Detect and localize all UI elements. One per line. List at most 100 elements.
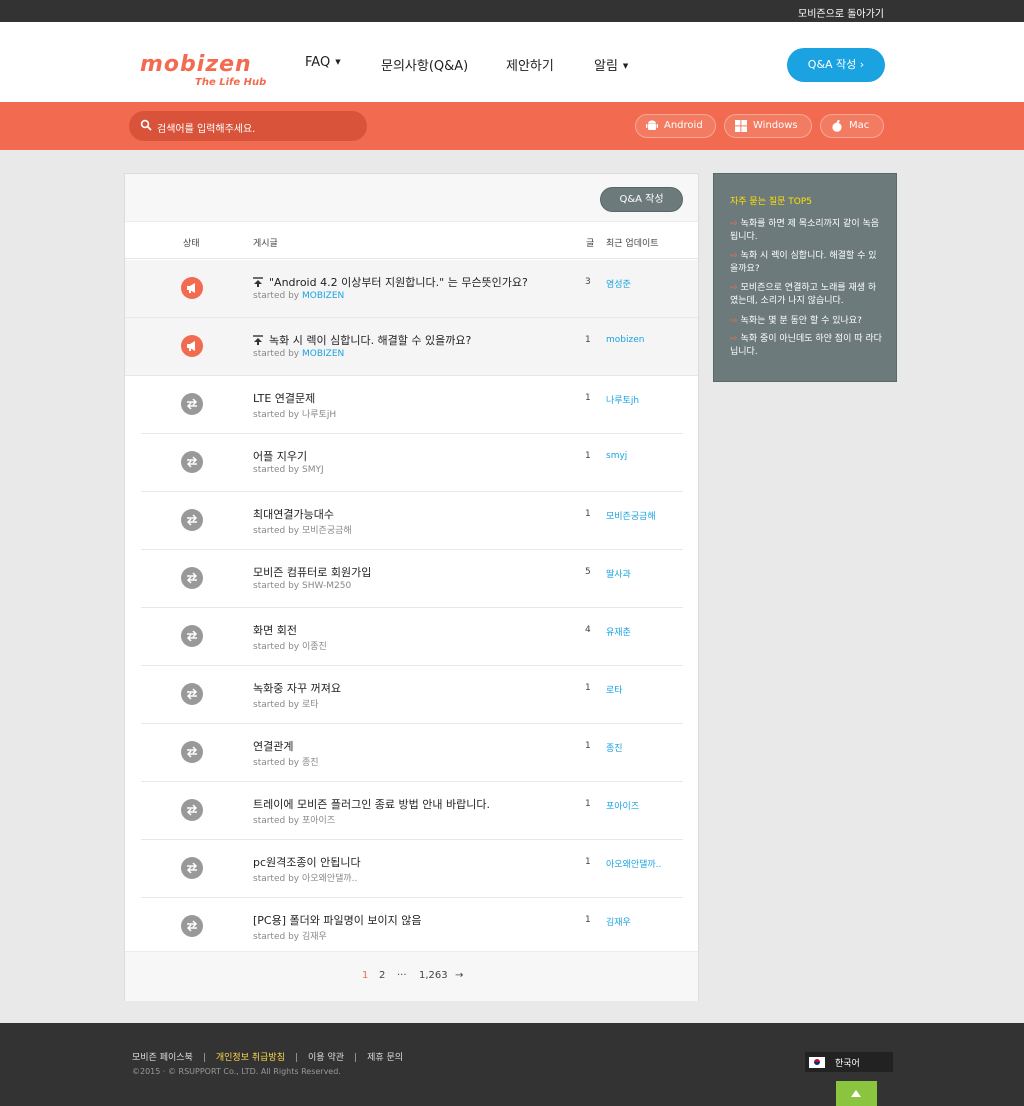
column-post: 게시글	[253, 239, 278, 249]
page-1[interactable]: 1	[362, 970, 368, 981]
swap-arrows-icon	[186, 920, 198, 932]
topic-author[interactable]: 포아이즈	[302, 816, 335, 826]
table-row[interactable]: 화면 회전 started by 이종진 4 유재춘	[141, 608, 683, 666]
board-write-button[interactable]: Q&A 작성	[600, 187, 683, 212]
topic-title[interactable]: 모비즌 컴퓨터로 회원가입	[253, 564, 371, 580]
table-row[interactable]: 녹화중 자꾸 꺼져요 started by 로타 1 로타	[141, 666, 683, 724]
topic-author[interactable]: 나루토jH	[302, 410, 336, 420]
topic-author[interactable]: 로타	[302, 700, 319, 710]
last-updater[interactable]: 포아이즈	[606, 799, 639, 812]
faq-item[interactable]: ⇨ 녹화 시 렉이 심합니다. 해결할 수 있을까요?	[730, 250, 884, 276]
table-row[interactable]: 모비즌 컴퓨터로 회원가입 started by SHW-M250 5 딸사과	[141, 550, 683, 608]
windows-filter-button[interactable]: Windows	[724, 114, 812, 138]
nav-suggest[interactable]: 제안하기	[506, 55, 554, 74]
faq-item[interactable]: ⇨ 녹화 중이 아닌데도 하얀 점이 따 라다닙니다.	[730, 333, 884, 359]
topic-starter: started by SHW-M250	[253, 581, 351, 591]
topic-title[interactable]: 녹화 시 렉이 심합니다. 해결할 수 있을까요?	[253, 332, 471, 348]
topic-starter: started by MOBIZEN	[253, 349, 344, 359]
topic-author[interactable]: 김재우	[302, 932, 327, 942]
chat-arrow-icon: ⇨	[730, 251, 738, 261]
nav-faq[interactable]: FAQ ▼	[305, 55, 341, 70]
page-2[interactable]: 2	[379, 970, 385, 981]
reply-count: 1	[585, 683, 591, 693]
last-updater[interactable]: 김재우	[606, 915, 631, 928]
table-row[interactable]: 어플 지우기 started by SMYJ 1 smyj	[141, 434, 683, 492]
table-row[interactable]: 연결관계 started by 종진 1 종진	[141, 724, 683, 782]
footer-privacy-link[interactable]: 개인정보 취급방침	[216, 1053, 285, 1063]
last-updater[interactable]: 유재춘	[606, 625, 631, 638]
table-row[interactable]: [PC용] 폴더와 파일명이 보이지 않음 started by 김재우 1 김재우	[141, 898, 683, 956]
topic-title[interactable]: 화면 회전	[253, 622, 297, 638]
qa-write-button[interactable]: Q&A 작성 ›	[787, 48, 885, 82]
last-updater[interactable]: mobizen	[606, 335, 644, 345]
scroll-to-top-button[interactable]	[836, 1081, 877, 1106]
next-page-arrow-icon[interactable]: →	[455, 970, 463, 981]
language-selector[interactable]: 한국어	[805, 1052, 893, 1072]
mac-filter-button[interactable]: Mac	[820, 114, 884, 138]
search-band: 검색어를 입력해주세요. Android Windows Mac	[0, 102, 1024, 150]
topic-title[interactable]: 연결관계	[253, 738, 293, 754]
table-row[interactable]: pc원격조종이 안됩니다 started by 아오왜안댈까.. 1 아오왜안댈까..	[141, 840, 683, 898]
topic-title[interactable]: "Android 4.2 이상부터 지원합니다." 는 무슨뜻인가요?	[253, 274, 528, 290]
topic-title-text: pc원격조종이 안됩니다	[253, 856, 361, 869]
footer-facebook-link[interactable]: 모비즌 페이스북	[132, 1053, 193, 1063]
topic-title[interactable]: 녹화중 자꾸 꺼져요	[253, 680, 341, 696]
topic-title[interactable]: 어플 지우기	[253, 448, 307, 464]
topic-starter: started by 이종진	[253, 639, 327, 652]
topic-starter: started by 모비즌궁금해	[253, 523, 352, 536]
table-row[interactable]: 최대연결가능대수 started by 모비즌궁금해 1 모비즌궁금해	[141, 492, 683, 550]
column-status: 상태	[183, 239, 200, 249]
last-updater[interactable]: 염성준	[606, 277, 631, 290]
nav-qa[interactable]: 문의사항(Q&A)	[381, 55, 468, 74]
topic-author[interactable]: SHW-M250	[302, 581, 351, 591]
footer-terms-link[interactable]: 이용 약관	[308, 1053, 344, 1063]
topic-author[interactable]: 종진	[302, 758, 319, 768]
last-updater[interactable]: 딸사과	[606, 567, 631, 580]
table-row[interactable]: LTE 연결문제 started by 나루토jH 1 나루토jh	[141, 376, 683, 434]
table-row[interactable]: 트레이에 모비즌 플러그인 종료 방법 안내 바랍니다. started by 포…	[141, 782, 683, 840]
nav-notice[interactable]: 알림 ▼	[594, 55, 628, 74]
back-to-mobizen-link[interactable]: 모비즌으로 돌아가기	[798, 5, 884, 20]
table-row[interactable]: "Android 4.2 이상부터 지원합니다." 는 무슨뜻인가요? start…	[125, 260, 698, 318]
topic-title[interactable]: LTE 연결문제	[253, 390, 315, 406]
last-updater[interactable]: 로타	[606, 683, 623, 696]
started-by-label: started by	[253, 465, 300, 475]
status-icon	[181, 741, 203, 763]
search-input[interactable]: 검색어를 입력해주세요.	[129, 111, 367, 141]
footer-partnership-link[interactable]: 제휴 문의	[367, 1053, 403, 1063]
topic-title[interactable]: 최대연결가능대수	[253, 506, 334, 522]
android-filter-button[interactable]: Android	[635, 114, 716, 138]
table-row[interactable]: 녹화 시 렉이 심합니다. 해결할 수 있을까요? started by MOBI…	[125, 318, 698, 376]
topic-author[interactable]: SMYJ	[302, 465, 324, 475]
reply-count: 5	[585, 567, 591, 577]
last-updater[interactable]: 종진	[606, 741, 623, 754]
logo[interactable]: mobizen The Life Hub	[140, 52, 270, 92]
topic-author[interactable]: MOBIZEN	[302, 349, 344, 359]
topic-author[interactable]: 아오왜안댈까..	[302, 874, 357, 884]
topic-author[interactable]: MOBIZEN	[302, 291, 344, 301]
started-by-label: started by	[253, 816, 300, 826]
last-updater[interactable]: smyj	[606, 451, 627, 461]
topic-title-text: [PC용] 폴더와 파일명이 보이지 않음	[253, 914, 422, 927]
sticky-row-inner: 녹화 시 렉이 심합니다. 해결할 수 있을까요? started by MOBI…	[141, 318, 683, 376]
topic-title[interactable]: 트레이에 모비즌 플러그인 종료 방법 안내 바랍니다.	[253, 796, 490, 812]
topic-starter: started by 종진	[253, 755, 319, 768]
nav-suggest-label: 제안하기	[506, 59, 554, 74]
status-icon	[181, 915, 203, 937]
logo-wordmark: mobizen	[140, 52, 252, 77]
faq-item[interactable]: ⇨ 녹화는 몇 분 동안 할 수 있나요?	[730, 315, 884, 328]
topic-starter: started by 로타	[253, 697, 319, 710]
topic-author[interactable]: 모비즌궁금해	[302, 526, 352, 536]
last-updater[interactable]: 모비즌궁금해	[606, 509, 656, 522]
faq-item-text: 녹화 중이 아닌데도 하얀 점이 따 라다닙니다.	[730, 334, 882, 357]
topic-title[interactable]: pc원격조종이 안됩니다	[253, 854, 361, 870]
topic-starter: started by SMYJ	[253, 465, 324, 475]
search-placeholder: 검색어를 입력해주세요.	[157, 124, 256, 135]
topic-title[interactable]: [PC용] 폴더와 파일명이 보이지 않음	[253, 912, 421, 928]
faq-item[interactable]: ⇨ 모비즌으로 연결하고 노래를 재생 하였는데, 소리가 나지 않습니다.	[730, 282, 884, 308]
page-last[interactable]: 1,263	[419, 970, 448, 981]
topic-author[interactable]: 이종진	[302, 642, 327, 652]
faq-item[interactable]: ⇨ 녹화를 하면 제 목소리까지 같이 녹음됩니다.	[730, 218, 884, 244]
last-updater[interactable]: 아오왜안댈까..	[606, 857, 661, 870]
last-updater[interactable]: 나루토jh	[606, 393, 639, 406]
